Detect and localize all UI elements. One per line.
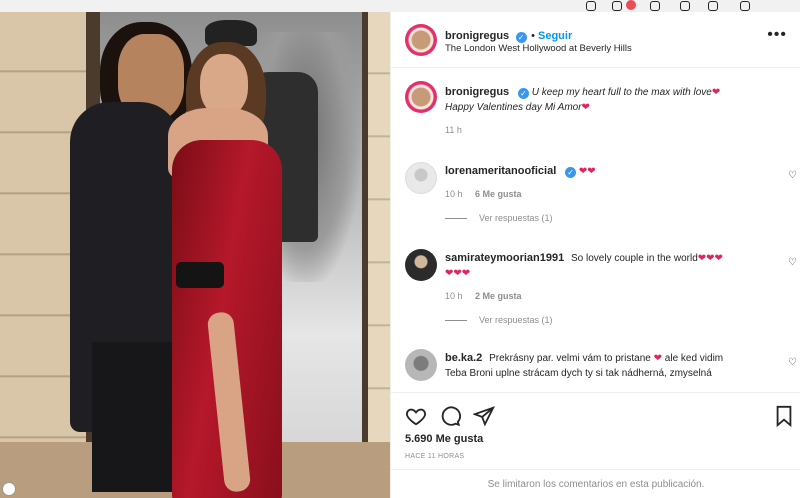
woman-face xyxy=(200,54,248,116)
profile-icon[interactable] xyxy=(740,1,750,11)
replies-divider xyxy=(445,218,467,220)
caption-text-line2: Happy Valentines day Mi Amor xyxy=(445,102,582,113)
caption-text-line1: U keep my heart full to the max with lov… xyxy=(531,87,712,98)
heart-emoji: ❤ xyxy=(711,87,721,98)
comment-like-icon[interactable]: ♡ xyxy=(788,170,797,181)
comment-icon[interactable] xyxy=(439,405,461,427)
comment-like-icon[interactable]: ♡ xyxy=(788,357,797,368)
verified-badge-icon: ✓ xyxy=(515,32,527,43)
comment-time[interactable]: 10 h xyxy=(445,291,463,301)
post-actions: 5.690 Me gusta HACE 11 HORAS Se limitaro… xyxy=(391,392,800,498)
explore-icon[interactable] xyxy=(680,1,690,11)
comment-text-cont: ale ked vidim xyxy=(664,353,724,364)
separator-dot: • xyxy=(531,30,538,42)
view-replies-label: Ver respuestas (1) xyxy=(479,213,553,223)
comments-list[interactable]: bronigregus ✓ U keep my heart full to th… xyxy=(391,69,800,394)
comment-text: So lovely couple in the world xyxy=(571,253,698,264)
post-details-panel: bronigregus ✓ • Seguir The London West H… xyxy=(390,12,800,498)
comment-time[interactable]: 10 h xyxy=(445,189,463,199)
notification-badge xyxy=(626,0,636,10)
comment-username[interactable]: be.ka.2 xyxy=(445,352,482,364)
new-post-icon[interactable] xyxy=(650,1,660,11)
comment-username[interactable]: samirateymoorian1991 xyxy=(445,252,564,264)
home-icon[interactable] xyxy=(586,1,596,11)
comment-item: samirateymoorian1991 So lovely couple in… xyxy=(445,251,775,325)
heart-emoji: ❤ xyxy=(581,102,590,113)
activity-icon[interactable] xyxy=(708,1,718,11)
comment-avatar[interactable] xyxy=(405,349,437,381)
author-avatar[interactable] xyxy=(405,24,437,56)
caption-meta: 11 h xyxy=(445,125,785,135)
share-icon[interactable] xyxy=(473,405,495,427)
caption-username[interactable]: bronigregus xyxy=(445,86,509,98)
post-location[interactable]: The London West Hollywood at Beverly Hil… xyxy=(445,43,632,54)
comment-text-line2: Teba Broni uplne strácam dych ty si tak … xyxy=(445,368,712,379)
post-time-ago[interactable]: HACE 11 HORAS xyxy=(405,453,464,460)
view-replies-button[interactable]: Ver respuestas (1) xyxy=(445,213,785,223)
background-nav-strip xyxy=(0,0,800,12)
follow-button[interactable]: Seguir xyxy=(538,30,572,42)
caption-avatar[interactable] xyxy=(405,81,437,113)
comment-avatar[interactable] xyxy=(405,249,437,281)
comment-username[interactable]: lorenameritanooficial xyxy=(445,165,556,177)
comment-hearts: ❤❤ xyxy=(578,166,596,177)
comment-like-icon[interactable]: ♡ xyxy=(788,257,797,268)
comment-likes[interactable]: 2 Me gusta xyxy=(475,291,522,301)
clutch-bag xyxy=(176,262,224,288)
post-caption: bronigregus ✓ U keep my heart full to th… xyxy=(445,85,785,135)
comment-likes[interactable]: 6 Me gusta xyxy=(475,189,522,199)
man-legs xyxy=(92,342,172,492)
bookmark-icon[interactable] xyxy=(773,405,795,427)
author-username[interactable]: bronigregus xyxy=(445,30,509,42)
comments-limited-notice: Se limitaron los comentarios en esta pub… xyxy=(391,469,800,498)
heart-emoji: ❤ xyxy=(653,353,662,364)
verified-badge-icon: ✓ xyxy=(517,88,529,99)
post-photo[interactable] xyxy=(0,12,390,498)
caption-time[interactable]: 11 h xyxy=(445,125,462,135)
comment-avatar[interactable] xyxy=(405,162,437,194)
replies-divider xyxy=(445,320,467,322)
view-replies-label: Ver respuestas (1) xyxy=(479,315,553,325)
comment-item: lorenameritanooficial ✓ ❤❤ 10 h 6 Me gus… xyxy=(445,164,785,223)
wall-panels-right xyxy=(368,12,390,498)
heart-icon[interactable] xyxy=(405,405,427,427)
comment-hearts-line2: ❤❤❤ xyxy=(445,268,471,279)
tagged-users-icon[interactable] xyxy=(2,482,16,496)
comment-meta: 10 h 6 Me gusta xyxy=(445,189,785,199)
view-replies-button[interactable]: Ver respuestas (1) xyxy=(445,315,775,325)
post-header: bronigregus ✓ • Seguir The London West H… xyxy=(391,12,800,68)
comment-meta: 10 h 2 Me gusta xyxy=(445,291,775,301)
comment-hearts: ❤❤❤ xyxy=(697,253,723,264)
likes-count[interactable]: 5.690 Me gusta xyxy=(405,433,483,445)
more-options-icon[interactable]: ••• xyxy=(767,26,787,44)
verified-badge-icon: ✓ xyxy=(565,167,577,178)
comment-text: Prekrásny par. velmi vám to pristane xyxy=(489,353,651,364)
comment-item: be.ka.2 Prekrásny par. velmi vám to pris… xyxy=(445,351,775,381)
messenger-icon[interactable] xyxy=(612,1,622,11)
